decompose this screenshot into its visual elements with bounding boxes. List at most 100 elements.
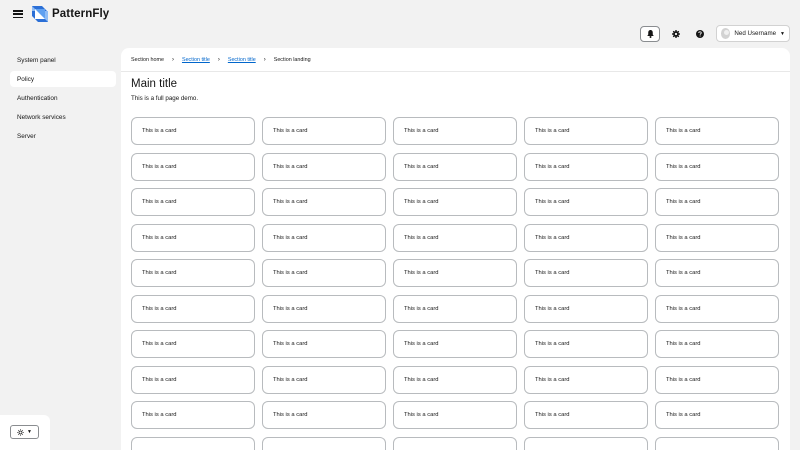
card[interactable]: This is a card xyxy=(262,294,386,323)
card[interactable]: This is a card xyxy=(655,294,779,323)
card[interactable] xyxy=(131,436,255,450)
header-toolbar: Ned Username ▼ xyxy=(640,25,790,42)
card[interactable] xyxy=(524,436,648,450)
card[interactable]: This is a card xyxy=(131,117,255,145)
breadcrumb-link[interactable]: Section title xyxy=(228,57,256,63)
card-text: This is a card xyxy=(273,376,308,383)
card[interactable]: This is a card xyxy=(524,330,648,358)
card[interactable]: This is a card xyxy=(524,401,648,429)
card[interactable]: This is a card xyxy=(655,117,779,145)
page-title: Main title xyxy=(131,78,178,90)
card[interactable]: This is a card xyxy=(655,401,779,429)
card[interactable]: This is a card xyxy=(262,117,386,145)
card[interactable]: This is a card xyxy=(262,365,386,394)
bell-icon xyxy=(646,29,654,38)
card-text: This is a card xyxy=(535,376,570,383)
card[interactable]: This is a card xyxy=(524,223,648,252)
hamburger-icon[interactable] xyxy=(13,10,23,18)
card[interactable]: This is a card xyxy=(393,188,517,216)
card[interactable]: This is a card xyxy=(393,330,517,358)
card[interactable]: This is a card xyxy=(393,365,517,394)
brand-logo[interactable]: PatternFly xyxy=(32,6,109,22)
card-text: This is a card xyxy=(666,128,701,134)
card-text: This is a card xyxy=(666,305,701,312)
card[interactable]: This is a card xyxy=(393,152,517,181)
user-menu-toggle[interactable]: Ned Username ▼ xyxy=(716,25,790,42)
sidebar-item-server[interactable]: Server xyxy=(10,128,116,144)
card-text: This is a card xyxy=(535,199,570,205)
card[interactable]: This is a card xyxy=(131,223,255,252)
card[interactable]: This is a card xyxy=(131,188,255,216)
card-text: This is a card xyxy=(273,412,308,418)
sidebar-item-authentication[interactable]: Authentication xyxy=(10,90,116,106)
card-text: This is a card xyxy=(666,376,701,383)
theme-panel: ▼ xyxy=(0,415,50,450)
card[interactable]: This is a card xyxy=(655,330,779,358)
card-text: This is a card xyxy=(273,234,308,241)
card[interactable]: This is a card xyxy=(131,401,255,429)
breadcrumb: Section home › Section title › Section t… xyxy=(131,57,311,63)
card[interactable]: This is a card xyxy=(655,188,779,216)
card[interactable]: This is a card xyxy=(393,294,517,323)
card[interactable] xyxy=(655,436,779,450)
sun-icon xyxy=(17,428,24,436)
card[interactable]: This is a card xyxy=(131,330,255,358)
caret-down-icon: ▼ xyxy=(27,429,32,435)
card-text: This is a card xyxy=(273,163,308,170)
card-text: This is a card xyxy=(535,163,570,170)
card[interactable]: This is a card xyxy=(524,365,648,394)
settings-button[interactable] xyxy=(668,26,684,42)
card[interactable] xyxy=(262,436,386,450)
card-text: This is a card xyxy=(142,412,177,418)
card-text: This is a card xyxy=(273,341,308,347)
sidebar-nav: System panel Policy Authentication Netwo… xyxy=(10,52,116,147)
card-gallery: This is a card This is a card This is a ca… xyxy=(131,117,780,450)
card-text: This is a card xyxy=(273,270,308,276)
card-text: This is a card xyxy=(535,128,570,134)
card[interactable]: This is a card xyxy=(655,152,779,181)
card[interactable]: This is a card xyxy=(262,223,386,252)
card-text: This is a card xyxy=(404,234,439,241)
card[interactable]: This is a card xyxy=(393,259,517,287)
card[interactable]: This is a card xyxy=(393,223,517,252)
card[interactable]: This is a card xyxy=(262,152,386,181)
card[interactable]: This is a card xyxy=(524,259,648,287)
card[interactable]: This is a card xyxy=(393,401,517,429)
card[interactable]: This is a card xyxy=(524,152,648,181)
card[interactable]: This is a card xyxy=(262,401,386,429)
card-text: This is a card xyxy=(666,341,701,347)
breadcrumb-item: Section landing xyxy=(273,57,311,63)
theme-toggle-button[interactable]: ▼ xyxy=(10,425,39,439)
card[interactable]: This is a card xyxy=(131,365,255,394)
sidebar-item-policy[interactable]: Policy xyxy=(10,71,116,87)
help-button[interactable] xyxy=(692,26,708,42)
gear-icon xyxy=(672,29,680,38)
card[interactable]: This is a card xyxy=(655,223,779,252)
card[interactable]: This is a card xyxy=(393,117,517,145)
card[interactable]: This is a card xyxy=(655,365,779,394)
card[interactable]: This is a card xyxy=(131,294,255,323)
sidebar-item-network-services[interactable]: Network services xyxy=(10,109,116,125)
notifications-button[interactable] xyxy=(640,25,660,42)
breadcrumb-item: Section home xyxy=(131,57,164,63)
card[interactable]: This is a card xyxy=(524,188,648,216)
card-text: This is a card xyxy=(666,234,701,241)
card[interactable]: This is a card xyxy=(524,294,648,323)
card[interactable]: This is a card xyxy=(655,259,779,287)
card-text: This is a card xyxy=(404,128,439,134)
breadcrumb-link[interactable]: Section title xyxy=(182,57,210,63)
card-text: This is a card xyxy=(273,199,308,205)
card[interactable]: This is a card xyxy=(262,330,386,358)
sidebar-item-label: Network services xyxy=(17,113,66,121)
card[interactable] xyxy=(393,436,517,450)
card[interactable]: This is a card xyxy=(262,188,386,216)
card[interactable]: This is a card xyxy=(131,152,255,181)
sidebar-item-label: System panel xyxy=(17,56,56,64)
card[interactable]: This is a card xyxy=(524,117,648,145)
sidebar-item-system-panel[interactable]: System panel xyxy=(10,52,116,68)
card-text: This is a card xyxy=(142,199,177,205)
card-text: This is a card xyxy=(142,341,177,347)
card[interactable]: This is a card xyxy=(131,259,255,287)
card[interactable]: This is a card xyxy=(262,259,386,287)
divider xyxy=(121,71,790,72)
